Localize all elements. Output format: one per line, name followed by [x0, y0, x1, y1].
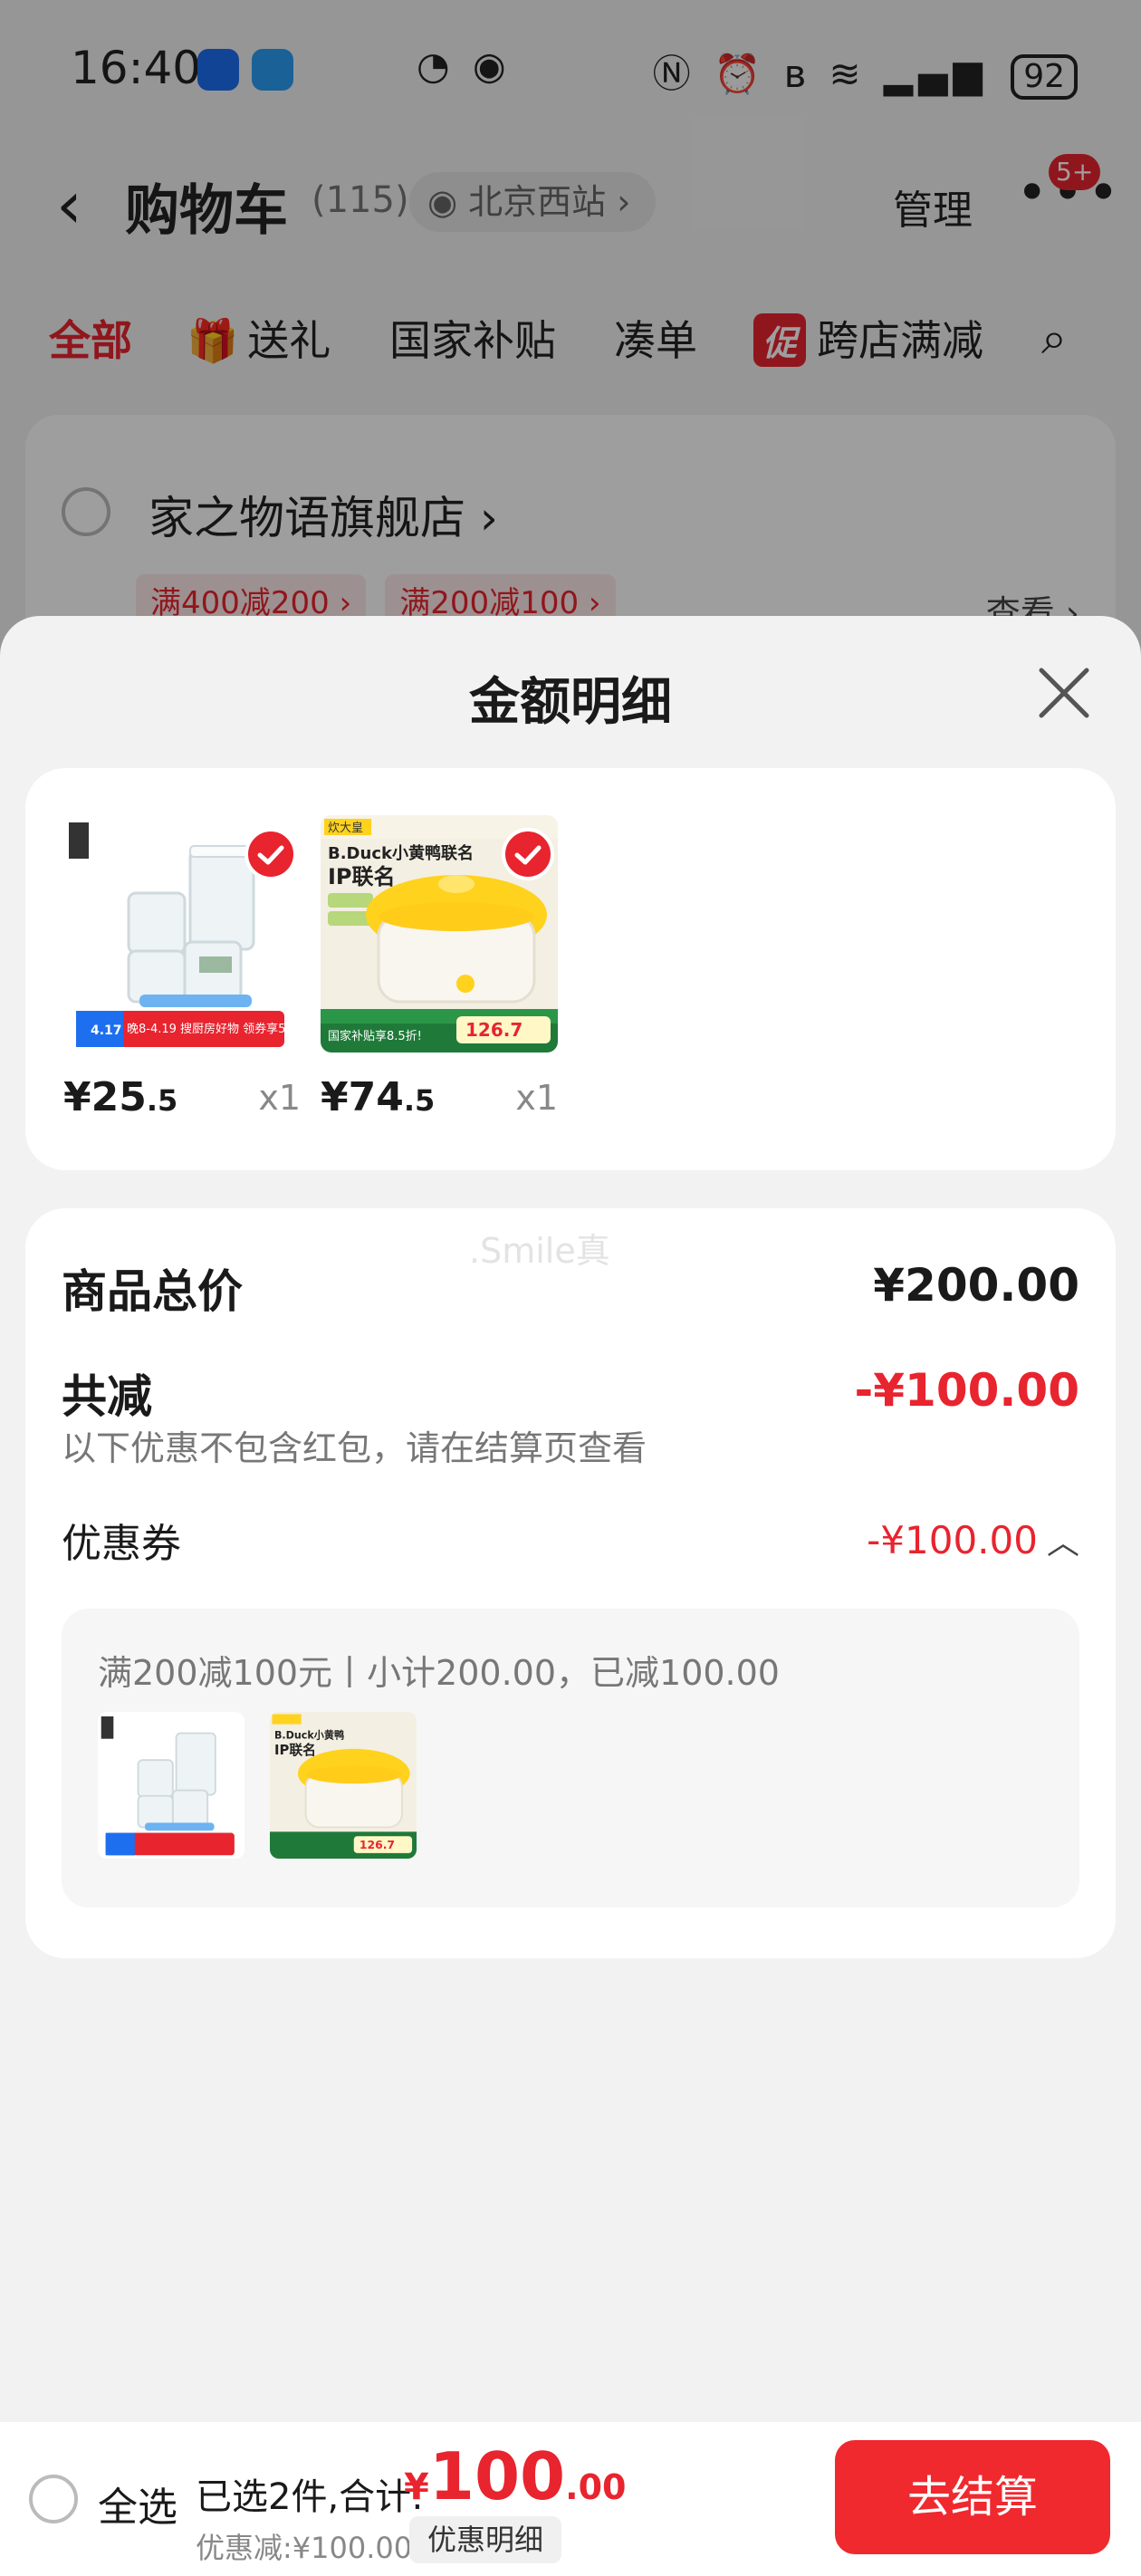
- selected-check-icon[interactable]: [502, 828, 554, 880]
- svg-text:B.Duck小黄鸭: B.Duck小黄鸭: [274, 1729, 344, 1742]
- selected-summary: 已选2件,合计:: [196, 2476, 424, 2518]
- price-integer: ¥25: [63, 1074, 147, 1120]
- svg-text:IP联名: IP联名: [274, 1742, 316, 1758]
- watermark: .Smile真: [469, 1231, 610, 1271]
- select-all-label[interactable]: 全选: [98, 2475, 177, 2533]
- svg-text:4.17: 4.17: [91, 1024, 122, 1038]
- coupon-value[interactable]: -¥100.00 ︿: [867, 1516, 1079, 1563]
- checkout-bar: 全选 已选2件,合计: ¥100.00 优惠减:¥100.00 优惠明细 去结算: [0, 2422, 1141, 2576]
- svg-text:126.7: 126.7: [465, 1019, 523, 1041]
- currency-symbol: ¥: [404, 2466, 429, 2508]
- total-price-value: ¥200.00: [873, 1259, 1079, 1312]
- price-summary-card: .Smile真 商品总价 ¥200.00 共减 -¥100.00 以下优惠不包含…: [25, 1208, 1116, 1958]
- svg-text:炊大皇: 炊大皇: [328, 822, 363, 835]
- svg-text:IP联名: IP联名: [328, 864, 396, 889]
- coupon-product-thumb-storage: [98, 1712, 244, 1859]
- product-image-pot[interactable]: 炊大皇 B.Duck小黄鸭联名 IP联名 国家补贴享8.5折! 126.7: [321, 815, 558, 1053]
- product-price: ¥74.5: [321, 1074, 435, 1120]
- svg-text:晚8-4.19 搜厨房好物 领券享5折: 晚8-4.19 搜厨房好物 领券享5折: [127, 1022, 297, 1036]
- coupon-label: 优惠券: [62, 1521, 181, 1567]
- discount-detail-button[interactable]: 优惠明细: [409, 2516, 562, 2563]
- product-price: ¥25.5: [63, 1074, 177, 1120]
- coupon-product-thumb-pot: B.Duck小黄鸭 IP联名 126.7: [270, 1712, 417, 1859]
- product-quantity: x1: [515, 1078, 558, 1118]
- close-icon[interactable]: [1032, 661, 1096, 725]
- product-item[interactable]: 4.17 晚8-4.19 搜厨房好物 领券享5折 ¥25.5 x1: [63, 815, 301, 1120]
- select-all-radio[interactable]: [29, 2475, 78, 2523]
- storage-box-thumb: [98, 1712, 244, 1859]
- total-reduction-value: -¥100.00: [854, 1364, 1080, 1417]
- svg-text:B.Duck小黄鸭联名: B.Duck小黄鸭联名: [328, 843, 474, 863]
- product-quantity: x1: [258, 1078, 301, 1118]
- price-decimal: .5: [403, 1083, 436, 1118]
- amount-detail-sheet: 金额明细 4.17 晚8-4.19 搜厨房好物 领券享5折 ¥25.5 x1 炊…: [0, 616, 1141, 2576]
- total-price-label: 商品总价: [62, 1265, 243, 1318]
- coupon-description: 满200减100元丨小计200.00，已减100.00: [98, 1653, 780, 1693]
- svg-text:国家补贴享8.5折!: 国家补贴享8.5折!: [328, 1029, 422, 1043]
- total-amount: ¥100.00: [404, 2438, 626, 2514]
- coupon-detail-box: 满200减100元丨小计200.00，已减100.00 B.Duck小黄鸭 IP…: [62, 1609, 1079, 1908]
- reduction-note: 以下优惠不包含红包，请在结算页查看: [62, 1428, 647, 1468]
- total-decimal: .00: [565, 2467, 627, 2507]
- total-reduction-label: 共减: [62, 1370, 152, 1423]
- product-image-storage-boxes[interactable]: 4.17 晚8-4.19 搜厨房好物 领券享5折: [63, 815, 301, 1053]
- chevron-up-icon: ︿: [1046, 1524, 1079, 1562]
- selected-check-icon[interactable]: [244, 828, 297, 880]
- total-integer: 100: [428, 2438, 566, 2514]
- checkout-button[interactable]: 去结算: [835, 2440, 1110, 2554]
- discount-amount: 优惠减:¥100.00: [196, 2531, 413, 2565]
- sheet-title: 金额明细: [469, 673, 672, 732]
- selected-products-card: 4.17 晚8-4.19 搜厨房好物 领券享5折 ¥25.5 x1 炊大皇 B.…: [25, 768, 1116, 1170]
- price-decimal: .5: [146, 1083, 178, 1118]
- coupon-value-text: -¥100.00: [867, 1518, 1038, 1562]
- pot-thumb: B.Duck小黄鸭 IP联名 126.7: [270, 1712, 417, 1859]
- price-integer: ¥74: [321, 1074, 404, 1120]
- product-item[interactable]: 炊大皇 B.Duck小黄鸭联名 IP联名 国家补贴享8.5折! 126.7 ¥7…: [321, 815, 558, 1120]
- svg-text:126.7: 126.7: [360, 1839, 395, 1851]
